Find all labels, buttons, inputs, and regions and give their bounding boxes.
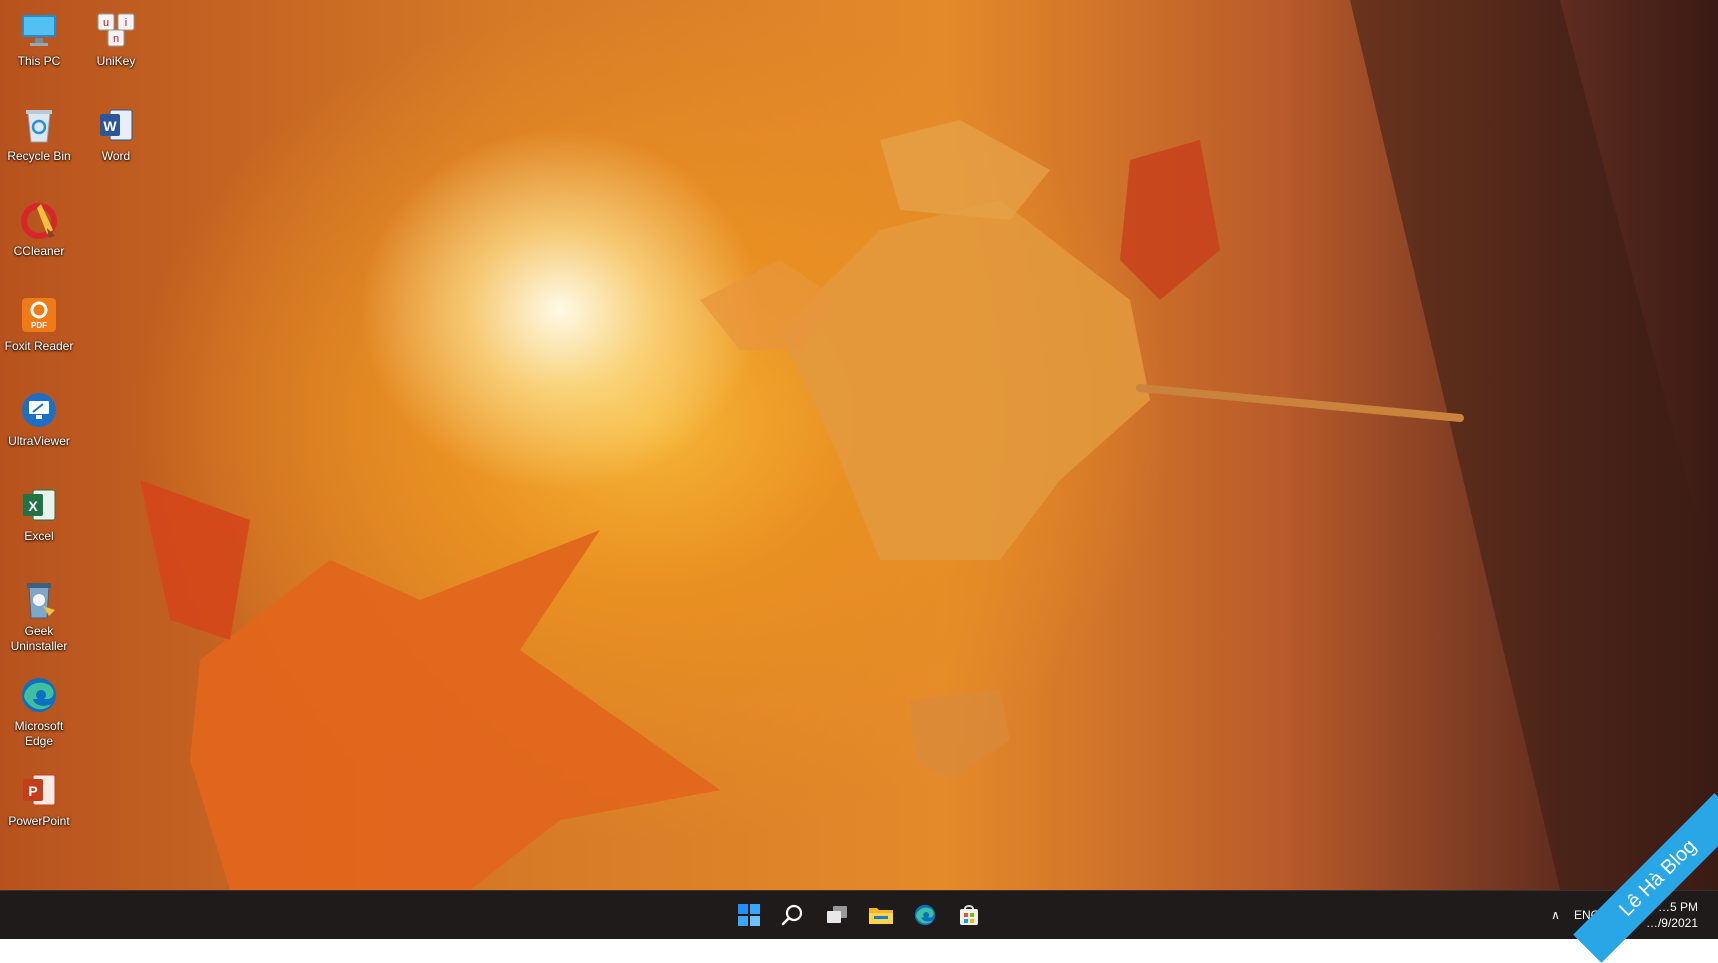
foxit-reader-icon: PDF bbox=[22, 298, 56, 332]
desktop-icon-geek-uninstaller[interactable]: Geek Uninstaller bbox=[0, 572, 78, 654]
desktop-icon-foxit-reader[interactable]: PDF Foxit Reader bbox=[0, 287, 78, 354]
taskbar-app-strip bbox=[732, 891, 986, 939]
desktop-icon-label: Recycle Bin bbox=[7, 149, 71, 163]
start-button[interactable] bbox=[732, 898, 766, 932]
powerpoint-icon: P bbox=[23, 774, 56, 806]
edge-taskbar-button[interactable] bbox=[908, 898, 942, 932]
desktop-icon-recycle-bin[interactable]: Recycle Bin bbox=[0, 97, 78, 164]
svg-text:i: i bbox=[125, 17, 127, 29]
desktop-icon-label: Microsoft Edge bbox=[14, 719, 64, 748]
word-icon: W bbox=[100, 109, 133, 141]
chevron-up-icon[interactable]: ∧ bbox=[1551, 908, 1560, 922]
desktop-icon-powerpoint[interactable]: P PowerPoint bbox=[0, 762, 78, 829]
desktop-icon-unikey[interactable]: u i n UniKey bbox=[77, 2, 155, 69]
svg-text:X: X bbox=[28, 498, 38, 514]
svg-text:u: u bbox=[103, 17, 109, 29]
edge-icon bbox=[22, 678, 56, 712]
file-explorer-icon bbox=[869, 908, 893, 924]
desktop-icon-this-pc[interactable]: This PC bbox=[0, 2, 78, 69]
file-explorer-button[interactable] bbox=[864, 898, 898, 932]
search-button[interactable] bbox=[776, 898, 810, 932]
search-icon bbox=[781, 904, 803, 926]
svg-text:W: W bbox=[103, 118, 117, 134]
desktop-icon-label: UniKey bbox=[96, 54, 136, 68]
desktop-icon-microsoft-edge[interactable]: Microsoft Edge bbox=[0, 667, 78, 749]
start-icon bbox=[738, 904, 760, 926]
excel-icon: X bbox=[23, 489, 56, 521]
desktop-icon-label: Geek Uninstaller bbox=[10, 624, 68, 653]
geek-uninstaller-icon bbox=[27, 583, 55, 619]
desktop-icon-label: Foxit Reader bbox=[4, 339, 74, 353]
svg-text:PDF: PDF bbox=[31, 321, 47, 330]
desktop-icon-grid: This PC u i n UniKey Recycle Bin W Word bbox=[0, 0, 260, 890]
task-view-button[interactable] bbox=[820, 898, 854, 932]
svg-text:n: n bbox=[113, 33, 119, 45]
desktop-icon-ccleaner[interactable]: CCleaner bbox=[0, 192, 78, 259]
desktop-icon-word[interactable]: W Word bbox=[77, 97, 155, 164]
desktop-icon-excel[interactable]: X Excel bbox=[0, 477, 78, 544]
taskbar: ∧ ENG …5 PM …/9/2021 bbox=[0, 890, 1718, 939]
monitor-icon bbox=[22, 15, 56, 46]
ccleaner-icon bbox=[21, 203, 57, 239]
edge-icon bbox=[914, 904, 936, 926]
desktop-icon-label: PowerPoint bbox=[8, 814, 70, 828]
unikey-icon: u i n bbox=[97, 13, 135, 47]
svg-text:P: P bbox=[28, 783, 37, 799]
recycle-bin-icon bbox=[26, 110, 52, 143]
desktop-icon-label: UltraViewer bbox=[8, 434, 70, 448]
ultraviewer-icon bbox=[22, 393, 56, 427]
desktop-icon-label: CCleaner bbox=[13, 244, 65, 258]
clock-date: …/9/2021 bbox=[1645, 916, 1698, 930]
desktop-icon-ultraviewer[interactable]: UltraViewer bbox=[0, 382, 78, 449]
desktop-icon-label: Excel bbox=[24, 529, 54, 543]
desktop-icon-label: This PC bbox=[17, 54, 61, 68]
store-icon bbox=[960, 905, 978, 925]
desktop-icon-label: Word bbox=[101, 149, 131, 163]
store-button[interactable] bbox=[952, 898, 986, 932]
task-view-icon bbox=[827, 906, 847, 923]
